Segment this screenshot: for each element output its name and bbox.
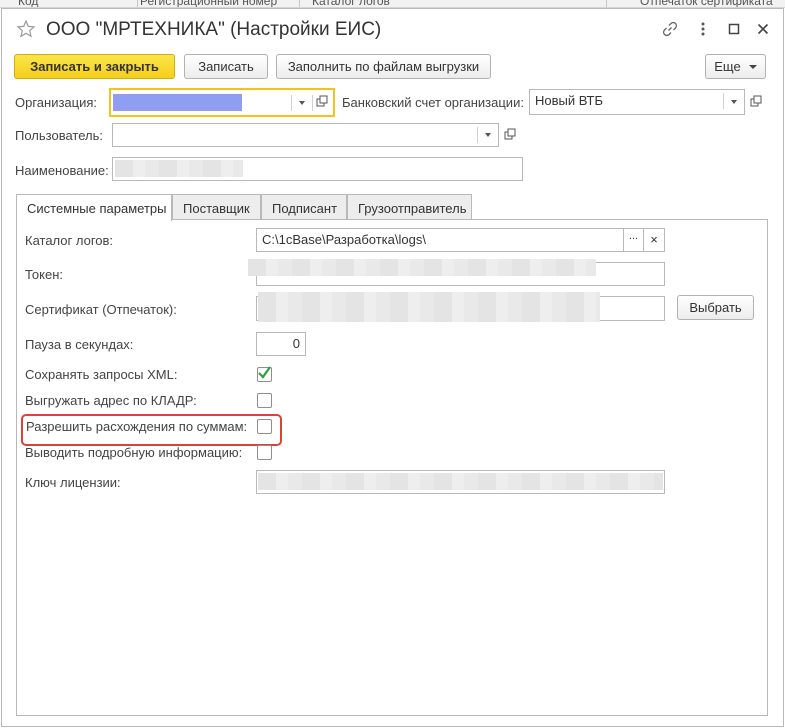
- pause-field[interactable]: 0: [256, 332, 306, 356]
- save-button[interactable]: Записать: [184, 54, 268, 79]
- organization-selection: [113, 94, 242, 111]
- allow-diff-label: Разрешить расхождения по суммам:: [26, 419, 248, 434]
- more-button-label: Еще: [714, 59, 741, 74]
- close-icon[interactable]: [755, 21, 771, 37]
- column-reg-number: Регистрационный номер: [140, 0, 278, 8]
- bank-account-value: Новый ВТБ: [535, 93, 604, 108]
- user-label: Пользователь:: [15, 128, 103, 143]
- organization-label: Организация:: [15, 95, 98, 110]
- bank-account-dropdown[interactable]: [724, 90, 744, 114]
- tab-system-params[interactable]: Системные параметры: [16, 194, 172, 221]
- license-label: Ключ лицензии:: [25, 475, 121, 490]
- organization-dropdown[interactable]: [292, 90, 312, 115]
- settings-window: ООО "МРТЕХНИКА" (Настройки ЕИС) Записать…: [1, 8, 784, 727]
- bank-account-field[interactable]: Новый ВТБ: [529, 89, 745, 115]
- star-icon[interactable]: [16, 19, 36, 39]
- user-dropdown[interactable]: [478, 124, 498, 146]
- certificate-redacted: [258, 292, 600, 322]
- organization-field[interactable]: [109, 88, 335, 117]
- fill-from-files-button[interactable]: Заполнить по файлам выгрузки: [276, 54, 491, 79]
- verbose-checkbox[interactable]: [257, 445, 272, 460]
- kladr-label: Выгружать адрес по КЛАДР:: [25, 393, 197, 408]
- open-window-icon[interactable]: [313, 92, 331, 112]
- title-bar: ООО "МРТЕХНИКА" (Настройки ЕИС): [2, 9, 783, 51]
- chevron-down-icon: [485, 133, 491, 137]
- log-dir-label: Каталог логов:: [25, 233, 114, 248]
- select-certificate-button[interactable]: Выбрать: [677, 295, 754, 320]
- checkmark-icon: [258, 366, 271, 379]
- maximize-icon[interactable]: [726, 21, 742, 37]
- chevron-down-icon: [731, 100, 737, 104]
- token-label: Токен:: [25, 267, 64, 282]
- save-and-close-button[interactable]: Записать и закрыть: [14, 54, 175, 79]
- save-xml-label: Сохранять запросы XML:: [25, 367, 178, 382]
- chevron-down-icon: [748, 64, 757, 69]
- bank-account-label: Банковский счет организации:: [342, 95, 524, 110]
- log-dir-value: C:\1cBase\Разработка\logs\: [262, 232, 426, 247]
- log-dir-clear-button[interactable]: ×: [643, 228, 665, 252]
- column-log-dir: Каталог логов: [312, 0, 390, 8]
- chevron-down-icon: [299, 100, 305, 105]
- column-code: Код: [18, 0, 39, 8]
- license-redacted: [258, 473, 663, 490]
- more-vertical-icon[interactable]: [695, 21, 711, 37]
- allow-diff-checkbox[interactable]: [257, 419, 272, 434]
- name-label: Наименование:: [15, 163, 109, 178]
- bank-account-open-icon[interactable]: [747, 92, 765, 112]
- pause-label: Пауза в секундах:: [25, 337, 134, 352]
- tab-supplier[interactable]: Поставщик: [172, 194, 261, 220]
- kladr-checkbox[interactable]: [257, 393, 272, 408]
- save-xml-checkbox[interactable]: [257, 366, 272, 382]
- link-icon[interactable]: [662, 21, 678, 37]
- background-list-header: Код Регистрационный номер Каталог логов …: [0, 0, 785, 8]
- log-dir-field[interactable]: C:\1cBase\Разработка\logs\: [256, 228, 624, 252]
- window-title: ООО "МРТЕХНИКА" (Настройки ЕИС): [46, 19, 382, 40]
- certificate-label: Сертификат (Отпечаток):: [25, 302, 177, 317]
- token-redacted: [248, 259, 596, 276]
- tab-signer[interactable]: Подписант: [261, 194, 347, 220]
- column-cert-thumbprint: Отпечаток сертификата: [640, 0, 773, 8]
- log-dir-browse-button[interactable]: ...: [623, 228, 644, 252]
- more-button[interactable]: Еще: [705, 54, 766, 79]
- user-field[interactable]: [112, 123, 499, 147]
- tab-shipper[interactable]: Грузоотправитель: [347, 194, 472, 220]
- user-open-icon[interactable]: [501, 125, 519, 145]
- name-redacted: [115, 160, 243, 177]
- verbose-label: Выводить подробную информацию:: [25, 445, 243, 460]
